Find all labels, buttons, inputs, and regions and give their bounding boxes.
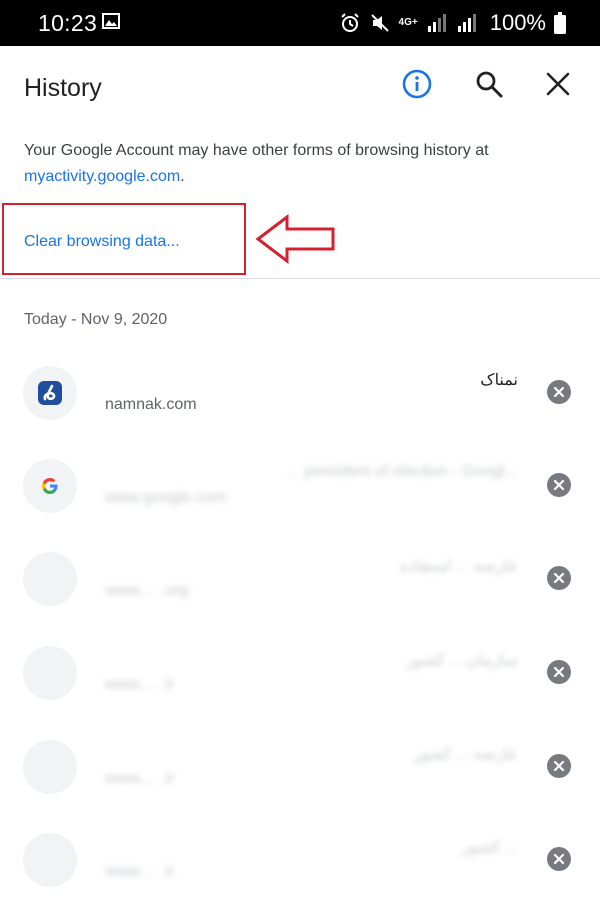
history-row[interactable]: عارضه ... استفاده www.... .org (0, 552, 600, 642)
history-title: سازمان ... کشور (406, 652, 518, 669)
remove-button[interactable] (547, 754, 571, 778)
signal-icon-1 (427, 14, 446, 32)
remove-button[interactable] (547, 660, 571, 684)
history-url: www.... .ir (105, 770, 175, 787)
site-favicon (23, 552, 77, 606)
info-icon (402, 69, 432, 99)
app-header: History (0, 46, 600, 130)
remove-icon (553, 572, 565, 584)
gallery-notification-icon (102, 13, 120, 29)
account-note-text: Your Google Account may have other forms… (24, 142, 489, 159)
history-row[interactable]: ... president of election - Googl... www… (0, 459, 600, 549)
history-title: عارضه ... استفاده (400, 558, 518, 575)
site-favicon (23, 740, 77, 794)
remove-button[interactable] (547, 847, 571, 871)
history-url: www.... .org (105, 582, 189, 599)
close-button[interactable] (538, 64, 578, 104)
history-title: نمناک (480, 372, 518, 389)
date-header: Today - Nov 9, 2020 (24, 311, 168, 328)
history-row[interactable]: ... کشور www.... .ir (0, 833, 600, 923)
alarm-icon (340, 13, 359, 32)
history-title: ... president of election - Googl... (286, 463, 518, 480)
status-icons: 4G+ 100% (339, 8, 566, 38)
remove-icon (553, 853, 565, 865)
myactivity-link[interactable]: myactivity.google.com (24, 168, 180, 185)
remove-icon (553, 386, 565, 398)
history-url: www.... .ir (105, 863, 175, 880)
battery-percent: 100% (489, 10, 546, 35)
history-row[interactable]: سازمان ... کشور www.... .ir (0, 646, 600, 736)
search-button[interactable] (469, 64, 509, 104)
site-favicon (23, 833, 77, 887)
remove-button[interactable] (547, 566, 571, 590)
network-type: 4G+ (398, 17, 418, 28)
account-note: Your Google Account may have other forms… (24, 138, 564, 190)
site-favicon (23, 646, 77, 700)
history-title: ... کشور (462, 839, 518, 856)
history-url: namnak.com (105, 396, 197, 413)
battery-icon (554, 12, 566, 34)
namnak-logo-icon (38, 381, 62, 405)
search-icon (476, 71, 503, 98)
google-logo-icon (42, 478, 58, 494)
clear-browsing-data-link[interactable]: Clear browsing data... (24, 233, 180, 251)
site-favicon (23, 459, 77, 513)
history-row[interactable]: عارضه ... کشور www.... .ir (0, 740, 600, 830)
remove-button[interactable] (547, 473, 571, 497)
history-url: www.... .ir (105, 676, 175, 693)
divider (0, 278, 600, 279)
status-time: 10:23 (38, 10, 98, 36)
remove-icon (553, 760, 565, 772)
remove-icon (553, 479, 565, 491)
signal-icon-2 (457, 14, 476, 32)
remove-icon (553, 666, 565, 678)
status-bar: 10:23 4G+ 100% (0, 0, 600, 46)
history-title: عارضه ... کشور (413, 746, 518, 763)
history-row[interactable]: نمناک namnak.com (0, 366, 600, 456)
arrow-left-annotation-icon (255, 214, 335, 264)
mute-icon (370, 14, 389, 32)
history-url: www.google.com (105, 489, 226, 506)
account-note-end: . (180, 168, 185, 185)
close-icon (546, 72, 570, 96)
site-favicon (23, 366, 77, 420)
remove-button[interactable] (547, 380, 571, 404)
page-title: History (24, 74, 102, 102)
info-button[interactable] (397, 64, 437, 104)
